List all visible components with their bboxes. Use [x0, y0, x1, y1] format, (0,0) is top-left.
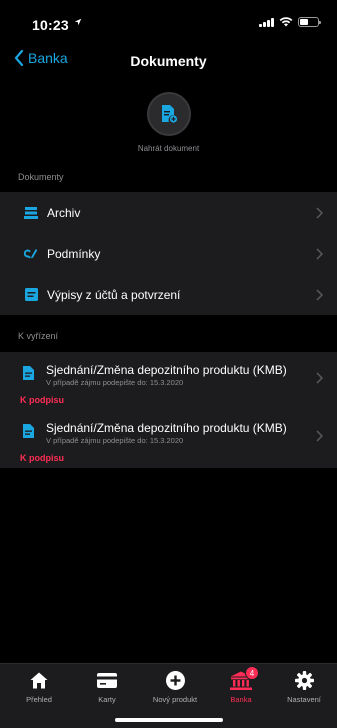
status-badge: K podpisu: [20, 453, 64, 463]
pending-item[interactable]: Sjednání/Změna depozitního produktu (KMB…: [0, 352, 337, 410]
gear-icon: [270, 668, 337, 692]
plus-circle-icon: [141, 668, 209, 692]
upload-document-label: Nahrát dokument: [137, 144, 200, 153]
chevron-right-icon: [316, 206, 323, 219]
chevron-right-icon: [316, 288, 323, 301]
pending-section-label: K vyřízení: [18, 331, 59, 341]
documents-section-label: Dokumenty: [18, 172, 64, 182]
tab-bank[interactable]: 4 Banka: [207, 666, 275, 704]
home-icon: [5, 668, 73, 692]
upload-document: Nahrát dokument: [0, 92, 337, 153]
documents-menu: Archiv Podmínky Výpisy z účtů a potvrzen…: [0, 192, 337, 315]
menu-item-archive[interactable]: Archiv: [0, 192, 337, 233]
menu-item-label: Podmínky: [47, 246, 101, 261]
tab-cards[interactable]: Karty: [73, 668, 141, 704]
pending-item-subtitle: V případě zájmu podepište do: 15.3.2020: [46, 378, 184, 387]
pending-list: Sjednání/Změna depozitního produktu (KMB…: [0, 352, 337, 468]
notification-badge: 4: [245, 666, 259, 680]
archive-icon: [24, 206, 38, 220]
page-title: Dokumenty: [130, 53, 207, 69]
pending-item-title: Sjednání/Změna depozitního produktu (KMB…: [46, 421, 287, 435]
tab-bar: Přehled Karty Nový produkt 4 Banka Nasta…: [0, 663, 337, 728]
status-time: 10:23: [32, 17, 69, 33]
upload-document-button[interactable]: [146, 92, 191, 136]
battery-icon: [298, 17, 321, 27]
signature-icon: [24, 247, 38, 261]
document-icon: [23, 424, 34, 443]
menu-item-label: Archiv: [47, 205, 81, 220]
tab-label: Karty: [98, 695, 116, 704]
chevron-right-icon: [316, 430, 323, 442]
tab-label: Nový produkt: [152, 695, 198, 704]
tab-settings[interactable]: Nastavení: [270, 668, 337, 704]
navigation-bar: Banka Dokumenty: [0, 44, 337, 78]
document-icon: [23, 366, 34, 385]
menu-item-label: Výpisy z účtů a potvrzení: [47, 287, 181, 302]
tab-overview[interactable]: Přehled: [5, 668, 73, 704]
cellular-signal-icon: [259, 17, 274, 27]
chevron-right-icon: [316, 247, 323, 260]
pending-item-subtitle: V případě zájmu podepište do: 15.3.2020: [46, 436, 184, 445]
tab-label: Přehled: [26, 695, 52, 704]
card-icon: [73, 668, 141, 692]
pending-item[interactable]: Sjednání/Změna depozitního produktu (KMB…: [0, 410, 337, 468]
chevron-right-icon: [316, 372, 323, 384]
upload-document-icon: [161, 105, 177, 123]
menu-item-statements[interactable]: Výpisy z účtů a potvrzení: [0, 274, 337, 315]
home-indicator: [115, 718, 223, 722]
tab-new-product[interactable]: Nový produkt: [141, 668, 209, 704]
pending-item-title: Sjednání/Změna depozitního produktu (KMB…: [46, 363, 287, 377]
bank-icon: [207, 668, 275, 692]
wifi-icon: [279, 17, 293, 27]
status-badge: K podpisu: [20, 395, 64, 405]
status-icons: [259, 17, 321, 27]
tab-label: Banka: [230, 695, 252, 704]
status-bar: 10:23: [0, 0, 337, 44]
menu-item-terms[interactable]: Podmínky: [0, 233, 337, 274]
location-arrow-icon: [74, 18, 82, 29]
statement-icon: [24, 288, 38, 302]
tab-label: Nastavení: [287, 695, 321, 704]
